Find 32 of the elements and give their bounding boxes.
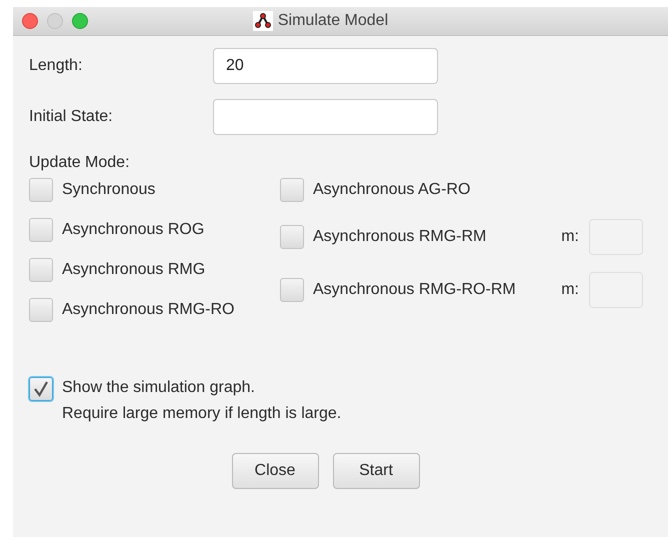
checkbox[interactable]: [280, 278, 304, 302]
dialog-button[interactable]: Close: [232, 453, 318, 489]
input-field[interactable]: 20: [213, 48, 438, 84]
note-text: Require large memory if length is large.: [62, 405, 342, 423]
checkbox[interactable]: [29, 178, 53, 202]
input-field[interactable]: [213, 99, 438, 135]
m-label: m:: [561, 281, 579, 299]
graph-icon: [252, 11, 273, 31]
zoom-window-icon[interactable]: [72, 13, 88, 29]
close-window-icon[interactable]: [22, 13, 38, 29]
option-label: Asynchronous ROG: [62, 221, 204, 239]
checkbox[interactable]: [280, 178, 304, 202]
option-label: Asynchronous RMG-RM: [313, 228, 486, 246]
checkbox[interactable]: [29, 218, 53, 242]
checkbox[interactable]: [29, 298, 53, 322]
section-label: Update Mode:: [29, 154, 131, 172]
field-label: Length:: [29, 57, 84, 75]
option-label: Show the simulation graph.: [62, 379, 256, 397]
checkbox[interactable]: [29, 258, 53, 282]
option-label: Synchronous: [62, 181, 156, 199]
checkbox[interactable]: [280, 225, 304, 249]
option-label: Asynchronous RMG-RO-RM: [313, 281, 516, 299]
m-label: m:: [561, 228, 579, 246]
option-label: Asynchronous RMG: [62, 261, 206, 279]
checkbox[interactable]: [29, 377, 53, 401]
field-label: Initial State:: [29, 108, 114, 126]
check-icon: [32, 380, 50, 398]
minimize-window-icon[interactable]: [47, 13, 63, 29]
option-label: Asynchronous RMG-RO: [62, 301, 234, 319]
dialog-button[interactable]: Start: [332, 453, 420, 489]
window-title: Simulate Model: [278, 12, 388, 30]
option-label: Asynchronous AG-RO: [313, 181, 470, 199]
